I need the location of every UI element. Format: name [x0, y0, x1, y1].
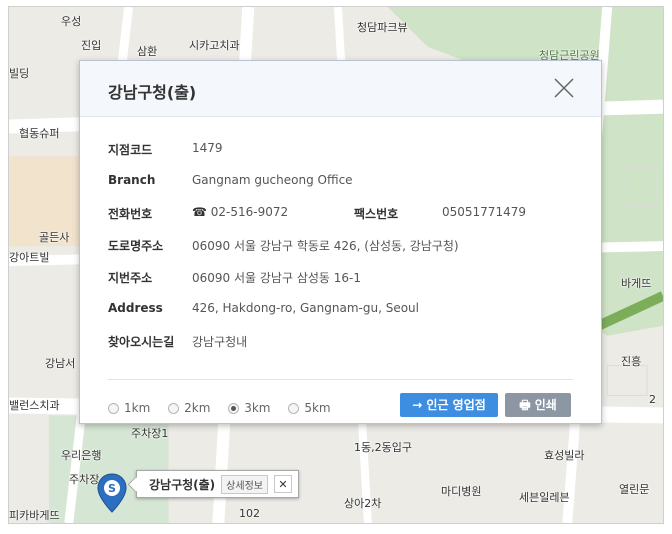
- row-value: 06090 서울 강남구 학동로 426, (삼성동, 강남구청): [192, 239, 459, 253]
- branch-marker-icon[interactable]: S: [97, 473, 127, 513]
- printer-icon: 🖶: [519, 398, 531, 412]
- fax-label: 팩스번호: [354, 207, 399, 221]
- map-label: 상아2차: [344, 497, 382, 510]
- radio-label: 5km: [304, 401, 331, 415]
- map-label: 열린문: [619, 483, 650, 496]
- map-label: 마디병원: [441, 485, 482, 498]
- row-value: 1479: [192, 141, 223, 155]
- radio-icon: [108, 402, 119, 414]
- tooltip-close-icon[interactable]: ✕: [273, 475, 292, 493]
- map-label: 강남서: [45, 357, 76, 370]
- row-label: Branch: [108, 173, 156, 187]
- svg-text:S: S: [108, 482, 116, 495]
- row-label: 지점코드: [108, 143, 153, 157]
- nearby-branches-button[interactable]: → 인근 영업점: [400, 393, 498, 417]
- radius-radio-group: 1km 2km 3km 5km: [108, 401, 345, 417]
- row-label: 도로명주소: [108, 239, 164, 253]
- map-label: 협동슈퍼: [19, 127, 60, 140]
- row-value: 강남구청내: [192, 335, 248, 349]
- phone-icon: ☎: [192, 205, 207, 219]
- radio-icon: [288, 402, 300, 414]
- radio-label: 3km: [244, 401, 271, 415]
- radio-icon: [168, 402, 180, 414]
- row-value: 06090 서울 강남구 삼성동 16-1: [192, 271, 361, 285]
- marker-name: 강남구청(출): [149, 477, 216, 492]
- print-label: 인쇄: [534, 398, 557, 412]
- map-label: 우리은행: [61, 449, 102, 462]
- radius-option-5km[interactable]: 5km: [288, 401, 331, 415]
- radio-checked-icon: [228, 402, 240, 414]
- detail-button[interactable]: 상세정보: [221, 474, 268, 494]
- map-label: 1동,2동입구: [354, 441, 412, 454]
- map-label: 밸런스치과: [9, 399, 60, 412]
- branch-info-panel: 강남구청(출) 지점코드 1479 Branch Gangnam gucheon…: [79, 60, 602, 424]
- map-label: 우성: [61, 15, 82, 28]
- map-viewport[interactable]: 우성 진입 삼환 시카고치과 청담파크뷰 빌딩 협동슈퍼 골든사 강아트빌 강남…: [8, 6, 664, 524]
- map-label: 102: [239, 507, 260, 520]
- row-value: Gangnam gucheong Office: [192, 173, 353, 187]
- radius-option-3km[interactable]: 3km: [228, 401, 271, 415]
- map-label: 주차장: [69, 473, 100, 486]
- row-label: Address: [108, 301, 163, 315]
- map-label: 강아트빌: [9, 251, 50, 264]
- row-label: 지번주소: [108, 271, 153, 285]
- radius-option-2km[interactable]: 2km: [168, 401, 210, 415]
- map-label: 주차장1: [131, 427, 169, 440]
- row-value: 426, Hakdong-ro, Gangnam-gu, Seoul: [192, 301, 419, 315]
- panel-header: 강남구청(출): [80, 61, 601, 117]
- print-button[interactable]: 🖶 인쇄: [505, 393, 571, 417]
- marker-tooltip: 강남구청(출) 상세정보 ✕: [136, 470, 299, 498]
- radius-option-1km[interactable]: 1km: [108, 401, 150, 415]
- map-label: 시카고치과: [189, 39, 240, 52]
- map-label: 골든사: [39, 231, 70, 244]
- phone-number: 02-516-9072: [210, 205, 289, 219]
- panel-title: 강남구청(출): [108, 83, 197, 102]
- map-label: 피카바게뜨: [9, 509, 60, 522]
- map-label: 삼환: [137, 45, 158, 58]
- row-label: 찾아오시는길: [108, 335, 175, 349]
- close-icon[interactable]: [553, 77, 575, 99]
- map-label: 세븐일레븐: [519, 491, 570, 504]
- fax-value: 05051771479: [442, 205, 526, 219]
- map-label: 청담파크뷰: [357, 21, 408, 34]
- map-label: 바게뜨: [621, 277, 652, 290]
- divider: [108, 379, 573, 380]
- map-label: 진입: [81, 39, 102, 52]
- map-label: 빌딩: [9, 67, 30, 80]
- radio-label: 2km: [184, 401, 211, 415]
- row-label: 전화번호: [108, 207, 153, 221]
- radio-label: 1km: [124, 401, 151, 415]
- map-label: 2: [649, 393, 656, 406]
- phone-value: ☎ 02-516-9072: [192, 205, 288, 219]
- map-label: 효성빌라: [544, 449, 585, 462]
- map-label: 진흥: [621, 355, 642, 368]
